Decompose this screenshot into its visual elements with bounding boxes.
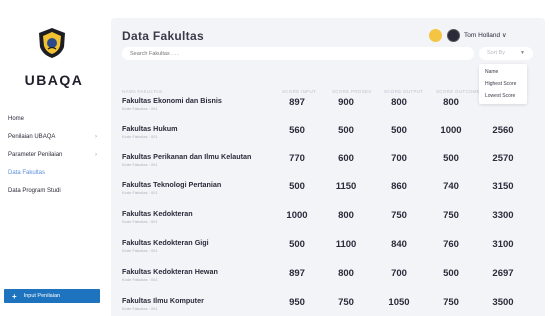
score-total: 2560	[492, 125, 514, 136]
sort-options-menu: Name Highest Score Lowest Score	[479, 64, 527, 104]
score-output: 500	[391, 125, 407, 136]
score-input: 500	[289, 181, 305, 192]
fakultas-name: Fakultas Teknologi Pertanian	[122, 180, 222, 189]
sidebar-item-label: Data Program Studi	[8, 188, 61, 194]
fakultas-code: Kode Fakultas : 001	[122, 306, 158, 311]
university-logo-icon	[39, 28, 65, 58]
score-proses: 600	[338, 153, 354, 164]
user-menu[interactable]: Tom Holland ∨	[464, 31, 507, 39]
fakultas-name: Fakultas Ekonomi dan Bisnis	[122, 96, 222, 105]
sidebar-item-data-fakultas[interactable]: Data Fakultas	[8, 165, 103, 181]
score-total: 3500	[492, 297, 514, 308]
table-row[interactable]: Fakultas Kedokteran Kode Fakultas : 001 …	[111, 209, 545, 237]
page-title: Data Fakultas	[122, 29, 204, 43]
fakultas-name: Fakultas Kedokteran Hewan	[122, 267, 218, 276]
fakultas-code: Kode Fakultas : 001	[122, 134, 158, 139]
fakultas-code: Kode Fakultas : 001	[122, 190, 158, 195]
score-output: 840	[391, 239, 407, 250]
column-header: SCORE PROSES	[332, 89, 372, 94]
fakultas-name: Fakultas Kedokteran Gigi	[122, 238, 209, 247]
sidebar-item-data-program-studi[interactable]: Data Program Studi	[8, 183, 103, 199]
score-outcome: 500	[443, 153, 459, 164]
score-input: 897	[289, 97, 305, 108]
sidebar-item-label: Penilaian UBAQA	[8, 134, 56, 140]
chevron-right-icon: ›	[95, 134, 97, 140]
table-row[interactable]: Fakultas Perikanan dan Ilmu Kelautan Kod…	[111, 152, 545, 180]
table-row[interactable]: Fakultas Hukum Kode Fakultas : 001 560 5…	[111, 124, 545, 152]
chevron-down-icon: ▼	[520, 50, 525, 56]
fakultas-code: Kode Fakultas : 001	[122, 248, 158, 253]
sort-option-lowest[interactable]: Lowest Score	[479, 90, 527, 102]
sidebar-item-label: Data Fakultas	[8, 170, 46, 176]
column-header: SCORE INPUT	[282, 89, 317, 94]
score-proses: 750	[338, 297, 354, 308]
sidebar-item-label: Parameter Penilaian	[8, 152, 63, 158]
score-proses: 1150	[335, 181, 357, 192]
score-total: 2570	[492, 153, 514, 164]
score-input: 950	[289, 297, 305, 308]
score-total: 2697	[492, 268, 514, 279]
sidebar-item-penilaian-ubaqa[interactable]: Penilaian UBAQA ›	[8, 129, 103, 145]
score-proses: 900	[338, 97, 354, 108]
score-total: 3150	[492, 181, 514, 192]
score-outcome: 500	[443, 268, 459, 279]
score-outcome: 1000	[440, 125, 462, 136]
score-proses: 800	[338, 268, 354, 279]
fakultas-name: Fakultas Ilmu Komputer	[122, 296, 204, 305]
sort-by-dropdown[interactable]: Sort By ▼	[479, 47, 533, 60]
score-output: 800	[391, 97, 407, 108]
score-output: 700	[391, 268, 407, 279]
score-input: 770	[289, 153, 305, 164]
score-outcome: 750	[443, 210, 459, 221]
score-output: 750	[391, 210, 407, 221]
column-header: SCORE OUTCOME	[436, 89, 481, 94]
score-input: 897	[289, 268, 305, 279]
fakultas-name: Fakultas Perikanan dan Ilmu Kelautan	[122, 152, 252, 161]
sort-option-name[interactable]: Name	[479, 66, 527, 78]
score-output: 700	[391, 153, 407, 164]
score-outcome: 760	[443, 239, 459, 250]
score-proses: 1100	[335, 239, 357, 250]
main-panel: Data Fakultas Tom Holland ∨ Sort By ▼ Na…	[111, 18, 545, 316]
fakultas-code: Kode Fakultas : 001	[122, 277, 158, 282]
plus-icon: +	[12, 291, 17, 301]
sort-option-highest[interactable]: Highest Score	[479, 78, 527, 90]
table-row[interactable]: Fakultas Ilmu Komputer Kode Fakultas : 0…	[111, 296, 545, 316]
column-header: NAMA FAKULTAS	[122, 89, 163, 94]
score-input: 560	[289, 125, 305, 136]
theme-toggle-icon[interactable]	[429, 29, 442, 42]
table-row[interactable]: Fakultas Kedokteran Gigi Kode Fakultas :…	[111, 238, 545, 266]
sidebar-item-label: Home	[8, 116, 25, 122]
sidebar: UBAQA Home Penilaian UBAQA › Parameter P…	[0, 0, 108, 316]
score-outcome: 750	[443, 297, 459, 308]
input-penilaian-button[interactable]: + Input Penilaian	[4, 289, 100, 303]
score-outcome: 800	[443, 97, 459, 108]
sidebar-item-parameter-penilaian[interactable]: Parameter Penilaian ›	[8, 147, 103, 163]
score-proses: 500	[338, 125, 354, 136]
column-header: SCORE OUTPUT	[384, 89, 424, 94]
score-total: 3300	[492, 210, 514, 221]
sidebar-nav: Home Penilaian UBAQA › Parameter Penilai…	[8, 111, 103, 201]
score-input: 500	[289, 239, 305, 250]
score-proses: 800	[338, 210, 354, 221]
score-input: 1000	[286, 210, 308, 221]
score-output: 1050	[388, 297, 410, 308]
score-total: 3100	[492, 239, 514, 250]
brand-name: UBAQA	[24, 72, 84, 88]
sidebar-item-home[interactable]: Home	[8, 111, 103, 127]
table-row[interactable]: Fakultas Teknologi Pertanian Kode Fakult…	[111, 180, 545, 208]
fakultas-code: Kode Fakultas : 001	[122, 219, 158, 224]
fakultas-name: Fakultas Kedokteran	[122, 209, 193, 218]
chevron-right-icon: ›	[95, 152, 97, 158]
table-row[interactable]: Fakultas Kedokteran Hewan Kode Fakultas …	[111, 267, 545, 295]
fakultas-name: Fakultas Hukum	[122, 124, 178, 133]
sort-by-label: Sort By	[487, 50, 506, 56]
fakultas-code: Kode Fakultas : 001	[122, 106, 158, 111]
search-input[interactable]	[122, 47, 474, 60]
avatar[interactable]	[447, 29, 460, 42]
input-penilaian-label: Input Penilaian	[23, 293, 61, 299]
fakultas-code: Kode Fakultas : 001	[122, 162, 158, 167]
score-output: 860	[391, 181, 407, 192]
score-outcome: 740	[443, 181, 459, 192]
